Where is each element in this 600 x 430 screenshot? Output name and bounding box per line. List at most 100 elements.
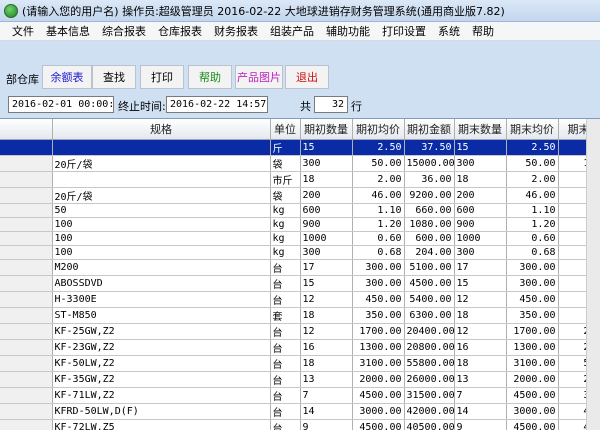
menu-file[interactable]: 文件 [6,23,40,39]
col-header-spec[interactable]: 规格 [52,119,271,140]
cell-opening-avg: 3000.00 [352,403,405,420]
inventory-grid[interactable]: 规格 单位 期初数量 期初均价 期初金额 期末数量 期末均价 期末金 斤 15 2.… [0,118,600,430]
cell-opening-amount: 9200.00 [404,187,455,204]
col-header-unit[interactable]: 单位 [270,119,301,140]
col-header-closing-avg[interactable]: 期末均价 [506,119,559,140]
table-row[interactable]: KFRD-50LW,D(F) 台 14 3000.00 42000.00 14 3000.0… [0,403,600,420]
cell-opening-avg: 300.00 [352,259,405,276]
cell-closing-avg: 2000.00 [506,371,559,388]
table-row[interactable]: KF-25GW,Z2台121700.0020400.00121700.00204… [0,323,600,340]
col-header-opening-amount[interactable]: 期初金额 [404,119,455,140]
cell-spec: KF-50LW,Z2 [52,355,271,372]
print-button-label: 打印 [151,71,173,84]
cell-closing-avg: 350.00 [506,307,559,324]
cell-opening-qty: 18 [300,355,353,372]
exit-button-label: 退出 [296,71,318,84]
cell-unit: 台 [270,387,301,404]
cell-closing-qty: 300 [454,245,507,260]
menu-system[interactable]: 系统 [432,23,466,39]
cell-indicator [0,139,53,156]
menu-basic-info[interactable]: 基本信息 [40,23,96,39]
cell-opening-qty: 16 [300,339,353,356]
menu-finance-report[interactable]: 财务报表 [208,23,264,39]
cell-opening-avg: 1300.00 [352,339,405,356]
exit-button[interactable]: 退出 [285,65,329,89]
table-row[interactable]: KF-72LW,Z5台94500.0040500.0094500.004050 [0,419,600,430]
help-button[interactable]: 帮助 [188,65,232,89]
table-row[interactable]: 20斤/袋袋30050.0015000.0030050.001500 [0,155,600,172]
cell-spec [52,139,271,156]
table-row[interactable]: 斤152.5037.50152.503 [0,139,600,156]
menu-print-settings[interactable]: 打印设置 [376,23,432,39]
menu-warehouse-report[interactable]: 仓库报表 [152,23,208,39]
cell-unit: 台 [270,323,301,340]
cell-closing-avg: 1.20 [506,217,559,232]
balance-button-label: 余额表 [50,71,84,84]
cell-unit: 台 [270,259,301,276]
table-row[interactable]: 20斤/袋袋20046.009200.0020046.00920 [0,187,600,204]
cell-opening-amount: 1080.00 [404,217,455,232]
cell-indicator [0,339,53,356]
cell-closing-qty: 13 [454,371,507,388]
cell-opening-avg: 2.50 [352,139,405,156]
table-row[interactable]: KF-23GW,Z2台161300.0020800.00161300.00208… [0,339,600,356]
table-row[interactable]: M200台17300.005100.0017300.00510 [0,259,600,276]
cell-closing-avg: 450.00 [506,291,559,308]
cell-spec: KF-72LW,Z5 [52,419,271,430]
cell-indicator [0,371,53,388]
cell-opening-qty: 15 [300,275,353,292]
cell-opening-avg: 1700.00 [352,323,405,340]
table-row[interactable]: ST-M850套18350.006300.0018350.00630 [0,307,600,324]
menu-summary-report[interactable]: 综合报表 [96,23,152,39]
table-row[interactable]: ABOSSDVD台15300.004500.0015300.00450 [0,275,600,292]
search-button-label: 查找 [103,71,125,84]
cell-opening-amount: 31500.00 [404,387,455,404]
cell-indicator [0,291,53,308]
menu-aux-functions[interactable]: 辅助功能 [320,23,376,39]
menu-help[interactable]: 帮助 [466,23,500,39]
start-time-field[interactable]: 2016-02-01 00:00:00 [8,96,114,113]
cell-opening-avg: 350.00 [352,307,405,324]
cell-opening-amount: 26000.00 [404,371,455,388]
cell-unit: 台 [270,275,301,292]
total-count-field: 32 [314,96,348,113]
cell-spec: 20斤/袋 [52,187,271,204]
table-row[interactable]: KF-71LW,Z2台74500.0031500.0074500.003150 [0,387,600,404]
cell-closing-qty: 15 [454,139,507,156]
cell-unit: kg [270,217,301,232]
cell-unit: kg [270,245,301,260]
cell-indicator [0,259,53,276]
col-header-opening-qty[interactable]: 期初数量 [300,119,353,140]
cell-opening-amount: 15000.00 [404,155,455,172]
table-row[interactable]: KF-35GW,Z2台132000.0026000.00132000.00260… [0,371,600,388]
end-time-field[interactable]: 2016-02-22 14:57:31 [166,96,268,113]
table-row[interactable]: 市斤182.0036.00182.003 [0,171,600,188]
cell-indicator [0,275,53,292]
table-row[interactable]: 100kg9001.201080.009001.20108 [0,217,600,232]
cell-closing-qty: 12 [454,323,507,340]
table-row[interactable]: H-3300E台12450.005400.0012450.00540 [0,291,600,308]
table-row[interactable]: KF-50LW,Z2台183100.0055800.00183100.00558… [0,355,600,372]
cell-spec: 100 [52,245,271,260]
cell-indicator [0,403,53,420]
vertical-scrollbar[interactable] [586,119,600,430]
balance-button[interactable]: 余额表 [42,65,92,89]
cell-spec: KFRD-50LW,D(F) [52,403,271,420]
cell-opening-qty: 12 [300,323,353,340]
col-header-opening-avg[interactable]: 期初均价 [352,119,405,140]
cell-opening-avg: 4500.00 [352,387,405,404]
table-row[interactable]: 100kg3000.68204.003000.6820 [0,245,600,260]
table-row[interactable]: 50kg6001.10660.006001.1066 [0,203,600,218]
cell-opening-qty: 200 [300,187,353,204]
cell-unit: 袋 [270,155,301,172]
product-image-button[interactable]: 产品图片 [235,65,283,89]
col-header-closing-qty[interactable]: 期末数量 [454,119,507,140]
cell-opening-amount: 42000.00 [404,403,455,420]
print-button[interactable]: 打印 [140,65,184,89]
search-button[interactable]: 查找 [92,65,136,89]
cell-closing-avg: 1.10 [506,203,559,218]
cell-closing-avg: 50.00 [506,155,559,172]
table-row[interactable]: 100kg10000.60600.0010000.6060 [0,231,600,246]
menu-assembly[interactable]: 组装产品 [264,23,320,39]
cell-closing-avg: 1300.00 [506,339,559,356]
